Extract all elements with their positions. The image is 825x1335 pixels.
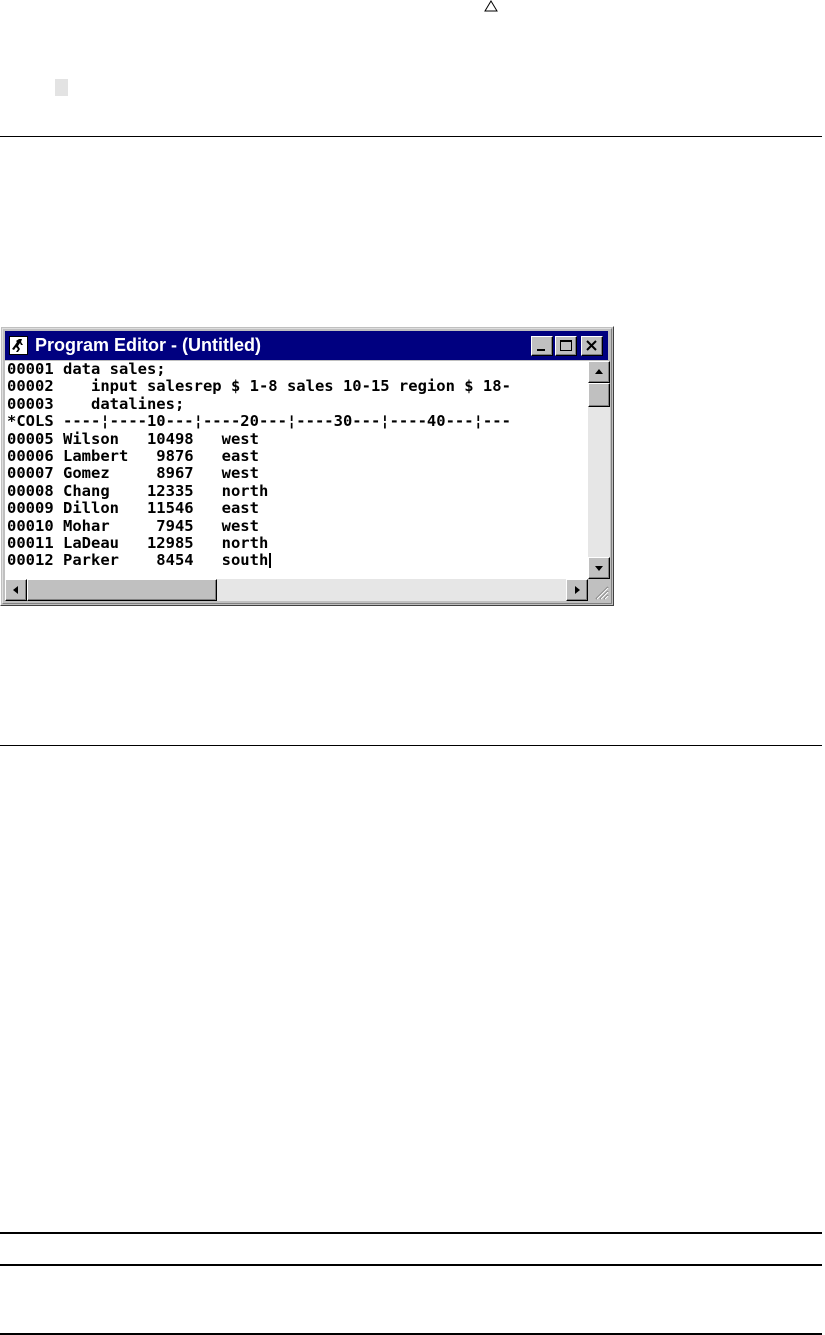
arrow-right-icon: [575, 586, 580, 594]
arrow-left-icon: [13, 586, 18, 594]
code-line[interactable]: 00007 Gomez 8967 west: [5, 464, 588, 482]
code-line[interactable]: 00002 input salesrep $ 1-8 sales 10-15 r…: [5, 377, 588, 395]
code-line[interactable]: 00009 Dillon 11546 east: [5, 499, 588, 517]
divider-rule: [0, 745, 822, 746]
close-button[interactable]: [581, 336, 603, 356]
divider-rule: [0, 1264, 822, 1266]
scroll-up-button[interactable]: [588, 361, 610, 383]
divider-rule: [0, 1232, 822, 1234]
code-line[interactable]: 00008 Chang 12335 north: [5, 482, 588, 500]
horizontal-scrollbar[interactable]: [5, 579, 588, 601]
horizontal-scroll-thumb[interactable]: [27, 579, 217, 601]
arrow-down-icon: [595, 566, 603, 571]
text-caret: [269, 553, 272, 569]
close-icon: [586, 340, 597, 351]
triangle-outline-icon: [484, 0, 498, 12]
code-line[interactable]: 00005 Wilson 10498 west: [5, 430, 588, 448]
maximize-button[interactable]: [555, 336, 577, 356]
divider-rule: [0, 136, 822, 137]
scroll-left-button[interactable]: [5, 579, 27, 601]
arrow-up-icon: [595, 369, 603, 374]
vertical-scrollbar[interactable]: [588, 361, 610, 589]
title-bar[interactable]: Program Editor - (Untitled): [5, 331, 608, 360]
code-editor[interactable]: 00001 data sales; 00002 input salesrep $…: [5, 361, 588, 589]
cols-ruler-line[interactable]: *COLS ----¦----10---¦----20---¦----30---…: [5, 412, 588, 430]
scroll-right-button[interactable]: [566, 579, 588, 601]
minimize-button[interactable]: [531, 336, 553, 356]
maximize-icon: [560, 340, 572, 351]
program-editor-window: Program Editor - (Untitled) 00001 data s…: [0, 326, 614, 606]
grey-marker: [55, 79, 68, 96]
size-grip[interactable]: [588, 579, 610, 601]
code-line-text[interactable]: 00012 Parker 8454 south: [7, 551, 268, 569]
code-line[interactable]: 00011 LaDeau 12985 north: [5, 534, 588, 552]
sas-runner-icon[interactable]: [9, 336, 28, 355]
window-title: Program Editor - (Untitled): [35, 335, 261, 355]
size-grip-icon: [595, 586, 609, 600]
vertical-scroll-thumb[interactable]: [588, 383, 610, 407]
code-line[interactable]: 00006 Lambert 9876 east: [5, 447, 588, 465]
code-line-with-caret[interactable]: 00012 Parker 8454 south: [5, 552, 588, 569]
code-line[interactable]: 00003 datalines;: [5, 395, 588, 413]
minimize-icon: [537, 349, 545, 351]
code-line[interactable]: 00010 Mohar 7945 west: [5, 517, 588, 535]
scroll-down-button[interactable]: [588, 557, 610, 579]
code-line[interactable]: 00001 data sales;: [5, 361, 588, 378]
